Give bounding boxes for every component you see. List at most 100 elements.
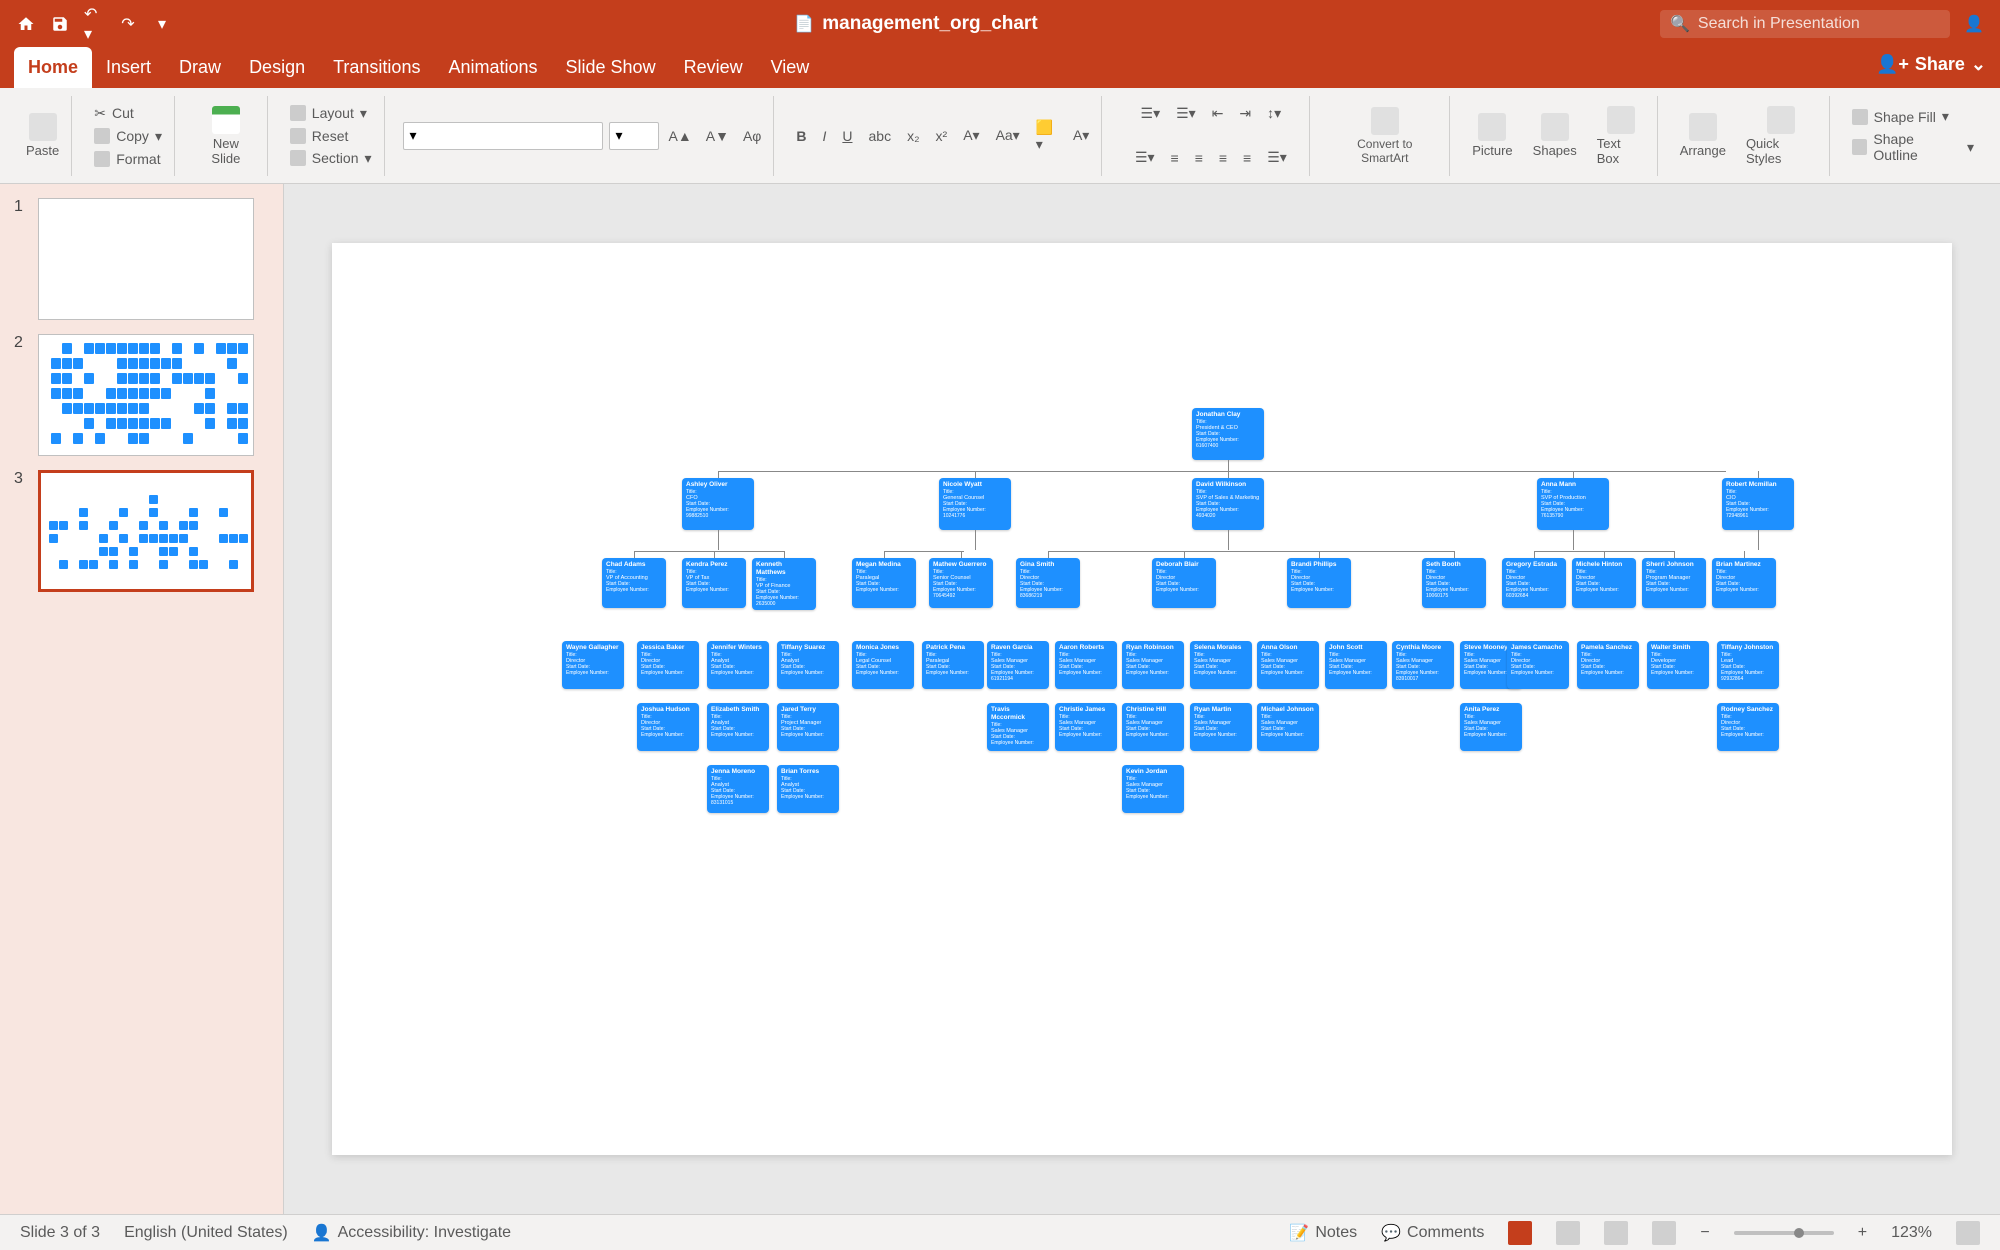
align-right-button[interactable]: ≡ — [1215, 148, 1231, 168]
org-node[interactable]: Rodney SanchezTitle:DirectorStart Date:E… — [1717, 703, 1779, 751]
fill-color-button[interactable]: 🟨▾ — [1032, 117, 1061, 155]
redo-icon[interactable]: ↷ — [118, 14, 138, 34]
more-icon[interactable]: ▾ — [152, 14, 172, 34]
slideshow-view-button[interactable] — [1652, 1221, 1676, 1245]
org-node[interactable]: Michael JohnsonTitle:Sales ManagerStart … — [1257, 703, 1319, 751]
search-input[interactable] — [1698, 15, 1940, 33]
columns-button[interactable]: ☰▾ — [1263, 147, 1291, 168]
new-slide-button[interactable]: New Slide — [193, 102, 259, 170]
reset-button[interactable]: Reset — [286, 126, 353, 146]
org-node[interactable]: Walter SmithTitle:DeveloperStart Date:Em… — [1647, 641, 1709, 689]
org-node[interactable]: Wayne GallagherTitle:DirectorStart Date:… — [562, 641, 624, 689]
strike-button[interactable]: abc — [865, 126, 896, 146]
slide-thumbnail-2[interactable] — [38, 334, 254, 456]
shapefill-button[interactable]: Shape Fill ▾ — [1848, 106, 1953, 127]
org-node[interactable]: Anita PerezTitle:Sales ManagerStart Date… — [1460, 703, 1522, 751]
layout-button[interactable]: Layout ▾ — [286, 103, 371, 124]
format-button[interactable]: Format — [90, 149, 164, 169]
org-node[interactable]: Chad AdamsTitle:VP of AccountingStart Da… — [602, 558, 666, 608]
paste-button[interactable]: Paste — [22, 109, 63, 162]
org-node[interactable]: Cynthia MooreTitle:Sales ManagerStart Da… — [1392, 641, 1454, 689]
tab-animations[interactable]: Animations — [434, 47, 551, 88]
numbering-button[interactable]: ☰▾ — [1172, 103, 1200, 124]
font-family-dropdown[interactable]: ▾ — [403, 122, 603, 150]
org-node[interactable]: Kenneth MatthewsTitle:VP of FinanceStart… — [752, 558, 816, 610]
highlight-button[interactable]: Aa▾ — [992, 125, 1024, 146]
text-color-button[interactable]: A▾ — [1069, 125, 1093, 146]
textbox-button[interactable]: Text Box — [1593, 102, 1649, 170]
subscript-button[interactable]: x₂ — [903, 126, 923, 146]
line-spacing-button[interactable]: ↕▾ — [1263, 103, 1285, 124]
tab-transitions[interactable]: Transitions — [319, 47, 434, 88]
reading-view-button[interactable] — [1604, 1221, 1628, 1245]
home-icon[interactable] — [16, 14, 36, 34]
bold-button[interactable]: B — [792, 126, 810, 146]
org-node[interactable]: Kevin JordanTitle:Sales ManagerStart Dat… — [1122, 765, 1184, 813]
search-box[interactable]: 🔍 — [1660, 10, 1950, 38]
org-node[interactable]: Elizabeth SmithTitle:AnalystStart Date:E… — [707, 703, 769, 751]
org-node[interactable]: Tiffany JohnstonTitle:LeadStart Date:Emp… — [1717, 641, 1779, 689]
tab-review[interactable]: Review — [670, 47, 757, 88]
cut-button[interactable]: ✂Cut — [90, 103, 138, 124]
org-node[interactable]: Jenna MorenoTitle:AnalystStart Date:Empl… — [707, 765, 769, 813]
normal-view-button[interactable] — [1508, 1221, 1532, 1245]
org-node[interactable]: Nicole WyattTitle:General CounselStart D… — [939, 478, 1011, 530]
org-node[interactable]: Megan MedinaTitle:ParalegalStart Date:Em… — [852, 558, 916, 608]
justify-button[interactable]: ≡ — [1239, 148, 1255, 168]
slide[interactable]: Jonathan ClayTitle:President & CEOStart … — [332, 243, 1952, 1155]
tab-draw[interactable]: Draw — [165, 47, 235, 88]
indent-left-button[interactable]: ⇤ — [1208, 103, 1228, 124]
comments-button[interactable]: 💬Comments — [1381, 1223, 1484, 1243]
slide-counter[interactable]: Slide 3 of 3 — [20, 1224, 100, 1242]
zoom-in-button[interactable]: + — [1858, 1224, 1867, 1242]
language[interactable]: English (United States) — [124, 1224, 288, 1242]
org-node[interactable]: James CamachoTitle:DirectorStart Date:Em… — [1507, 641, 1569, 689]
org-node[interactable]: Ashley OliverTitle:CFOStart Date:Employe… — [682, 478, 754, 530]
align-center-button[interactable]: ≡ — [1191, 148, 1207, 168]
org-node[interactable]: Sherri JohnsonTitle:Program ManagerStart… — [1642, 558, 1706, 608]
org-node[interactable]: Deborah BlairTitle:DirectorStart Date:Em… — [1152, 558, 1216, 608]
picture-button[interactable]: Picture — [1468, 109, 1516, 162]
org-node[interactable]: Selena MoralesTitle:Sales ManagerStart D… — [1190, 641, 1252, 689]
save-icon[interactable] — [50, 14, 70, 34]
quickstyles-button[interactable]: Quick Styles — [1742, 102, 1821, 170]
accessibility-button[interactable]: 👤Accessibility: Investigate — [312, 1223, 511, 1243]
copy-button[interactable]: Copy ▾ — [90, 126, 166, 147]
tab-view[interactable]: View — [757, 47, 824, 88]
tab-insert[interactable]: Insert — [92, 47, 165, 88]
slide-thumbnail-3[interactable] — [38, 470, 254, 592]
clear-format-button[interactable]: Aφ — [739, 126, 765, 146]
org-node[interactable]: Jonathan ClayTitle:President & CEOStart … — [1192, 408, 1264, 460]
org-node[interactable]: Ryan RobinsonTitle:Sales ManagerStart Da… — [1122, 641, 1184, 689]
org-node[interactable]: John ScottTitle:Sales ManagerStart Date:… — [1325, 641, 1387, 689]
org-node[interactable]: Jessica BakerTitle:DirectorStart Date:Em… — [637, 641, 699, 689]
underline-button[interactable]: U — [838, 126, 856, 146]
zoom-slider[interactable] — [1734, 1231, 1834, 1235]
org-node[interactable]: Kendra PerezTitle:VP of TaxStart Date:Em… — [682, 558, 746, 608]
font-color-button[interactable]: A▾ — [959, 125, 983, 146]
org-node[interactable]: Seth BoothTitle:DirectorStart Date:Emplo… — [1422, 558, 1486, 608]
org-node[interactable]: Anna OlsonTitle:Sales ManagerStart Date:… — [1257, 641, 1319, 689]
bullets-button[interactable]: ☰▾ — [1137, 103, 1165, 124]
zoom-level[interactable]: 123% — [1891, 1224, 1932, 1242]
org-node[interactable]: Travis MccormickTitle:Sales ManagerStart… — [987, 703, 1049, 751]
org-node[interactable]: Brandi PhillipsTitle:DirectorStart Date:… — [1287, 558, 1351, 608]
org-node[interactable]: Jennifer WintersTitle:AnalystStart Date:… — [707, 641, 769, 689]
org-node[interactable]: Mathew GuerreroTitle:Senior CounselStart… — [929, 558, 993, 608]
arrange-button[interactable]: Arrange — [1676, 109, 1730, 162]
align-left-button[interactable]: ≡ — [1167, 148, 1183, 168]
org-node[interactable]: Pamela SanchezTitle:DirectorStart Date:E… — [1577, 641, 1639, 689]
org-node[interactable]: Gina SmithTitle:DirectorStart Date:Emplo… — [1016, 558, 1080, 608]
org-node[interactable]: Michele HintonTitle:DirectorStart Date:E… — [1572, 558, 1636, 608]
org-node[interactable]: Anna MannTitle:SVP of ProductionStart Da… — [1537, 478, 1609, 530]
org-node[interactable]: Raven GarciaTitle:Sales ManagerStart Dat… — [987, 641, 1049, 689]
org-node[interactable]: Christine HillTitle:Sales ManagerStart D… — [1122, 703, 1184, 751]
org-node[interactable]: Aaron RobertsTitle:Sales ManagerStart Da… — [1055, 641, 1117, 689]
notes-button[interactable]: 📝Notes — [1289, 1223, 1357, 1243]
fit-button[interactable] — [1956, 1221, 1980, 1245]
org-node[interactable]: Tiffany SuarezTitle:AnalystStart Date:Em… — [777, 641, 839, 689]
org-node[interactable]: Patrick PenaTitle:ParalegalStart Date:Em… — [922, 641, 984, 689]
org-node[interactable]: Gregory EstradaTitle:DirectorStart Date:… — [1502, 558, 1566, 608]
decrease-font-button[interactable]: A▼ — [702, 126, 733, 146]
text-direction-button[interactable]: ☰▾ — [1131, 147, 1159, 168]
